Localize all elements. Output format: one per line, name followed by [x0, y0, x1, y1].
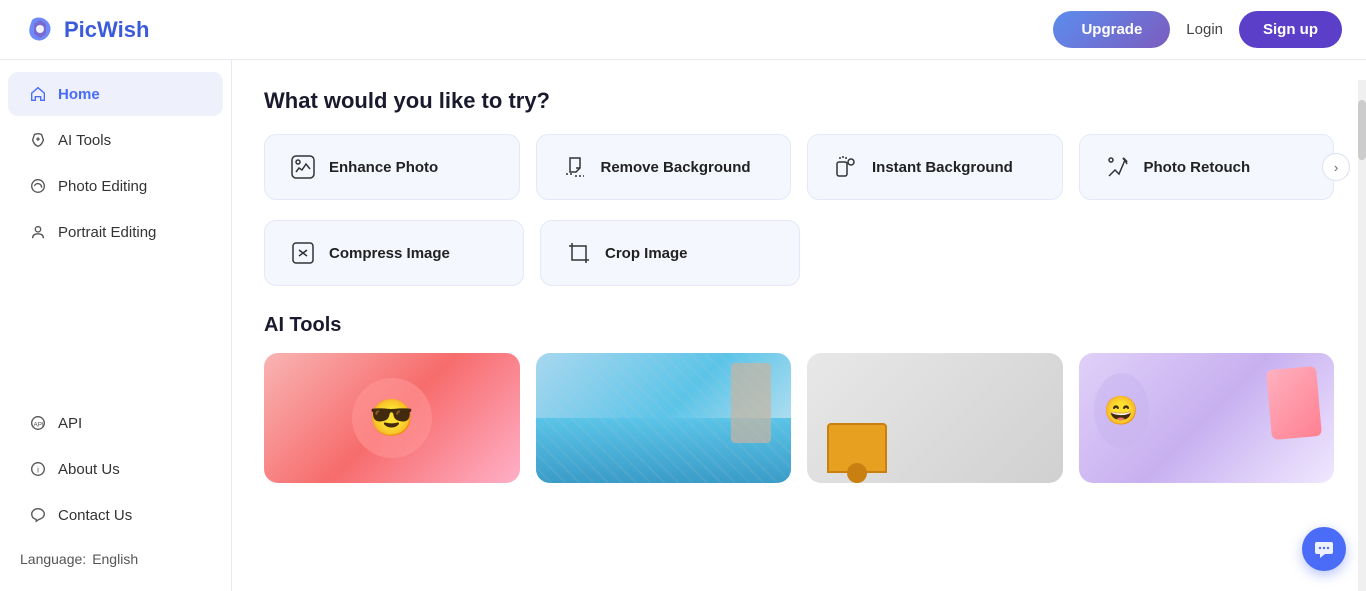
chat-bubble-button[interactable]	[1302, 527, 1346, 571]
logo[interactable]: PicWish	[24, 14, 149, 46]
api-icon: API	[28, 413, 48, 433]
photo-retouch-label: Photo Retouch	[1144, 159, 1251, 176]
sidebar-item-contact-us[interactable]: Contact Us	[8, 493, 223, 537]
ai-image-card-3[interactable]	[807, 353, 1063, 483]
crop-image-label: Crop Image	[605, 245, 688, 262]
remove-background-label: Remove Background	[601, 159, 751, 176]
upgrade-button[interactable]: Upgrade	[1053, 11, 1170, 48]
enhance-photo-label: Enhance Photo	[329, 159, 438, 176]
chevron-right-button[interactable]: ›	[1322, 153, 1350, 181]
tool-card-crop-image[interactable]: Crop Image	[540, 220, 800, 286]
scrollbar-thumb[interactable]	[1358, 100, 1366, 160]
svg-text:i: i	[37, 466, 39, 475]
sidebar-item-ai-tools[interactable]: AI Tools	[8, 118, 223, 162]
login-button[interactable]: Login	[1186, 21, 1223, 38]
ai-image-card-2[interactable]	[536, 353, 792, 483]
prompt-title: What would you like to try?	[264, 88, 1334, 114]
sidebar-item-api[interactable]: API API	[8, 401, 223, 445]
logo-text: PicWish	[64, 17, 149, 43]
compress-image-label: Compress Image	[329, 245, 450, 262]
language-value: English	[92, 551, 138, 567]
language-selector[interactable]: Language: English	[0, 539, 231, 579]
about-us-icon: i	[28, 459, 48, 479]
home-icon	[28, 84, 48, 104]
tools-grid-row2: Compress Image Crop Image	[264, 220, 1334, 286]
sidebar-item-home-label: Home	[58, 86, 100, 103]
sidebar-item-portrait-editing-label: Portrait Editing	[58, 224, 156, 241]
portrait-editing-icon	[28, 222, 48, 242]
ai-section-title: AI Tools	[264, 314, 1334, 337]
sidebar-item-ai-tools-label: AI Tools	[58, 132, 111, 149]
svg-text:API: API	[34, 422, 44, 429]
crop-image-icon	[565, 239, 593, 267]
tool-card-enhance-photo[interactable]: Enhance Photo	[264, 134, 520, 200]
enhance-photo-icon	[289, 153, 317, 181]
instant-bg-icon	[832, 153, 860, 181]
signup-button[interactable]: Sign up	[1239, 11, 1342, 48]
tool-card-instant-background[interactable]: Instant Background	[807, 134, 1063, 200]
sidebar-item-photo-editing[interactable]: Photo Editing	[8, 164, 223, 208]
sidebar-item-api-label: API	[58, 415, 82, 432]
photo-editing-icon	[28, 176, 48, 196]
instant-background-label: Instant Background	[872, 159, 1013, 176]
ai-image-card-4[interactable]: 😄	[1079, 353, 1335, 483]
logo-icon	[24, 14, 56, 46]
ai-images-row: 😎 😄	[264, 353, 1334, 483]
tool-card-remove-background[interactable]: Remove Background	[536, 134, 792, 200]
layout: Home AI Tools Photo Editing	[0, 60, 1366, 591]
sidebar-item-about-us[interactable]: i About Us	[8, 447, 223, 491]
tool-card-compress-image[interactable]: Compress Image	[264, 220, 524, 286]
header: PicWish Upgrade Login Sign up	[0, 0, 1366, 60]
scrollbar-track	[1358, 80, 1366, 591]
tool-card-photo-retouch[interactable]: Photo Retouch	[1079, 134, 1335, 200]
remove-bg-icon	[561, 153, 589, 181]
tools-grid-row1: Enhance Photo Remove Background	[264, 134, 1334, 200]
sidebar: Home AI Tools Photo Editing	[0, 60, 232, 591]
sidebar-item-contact-us-label: Contact Us	[58, 507, 132, 524]
main-content: What would you like to try? Enhance Phot…	[232, 60, 1366, 591]
tools-section: Enhance Photo Remove Background	[264, 134, 1334, 200]
photo-retouch-icon	[1104, 153, 1132, 181]
sidebar-item-home[interactable]: Home	[8, 72, 223, 116]
compress-image-icon	[289, 239, 317, 267]
contact-us-icon	[28, 505, 48, 525]
chat-icon	[1313, 538, 1335, 560]
header-actions: Upgrade Login Sign up	[1053, 11, 1342, 48]
language-label: Language:	[20, 551, 86, 567]
ai-tools-icon	[28, 130, 48, 150]
sidebar-item-portrait-editing[interactable]: Portrait Editing	[8, 210, 223, 254]
ai-image-card-1[interactable]: 😎	[264, 353, 520, 483]
sidebar-item-photo-editing-label: Photo Editing	[58, 178, 147, 195]
sidebar-item-about-us-label: About Us	[58, 461, 120, 478]
